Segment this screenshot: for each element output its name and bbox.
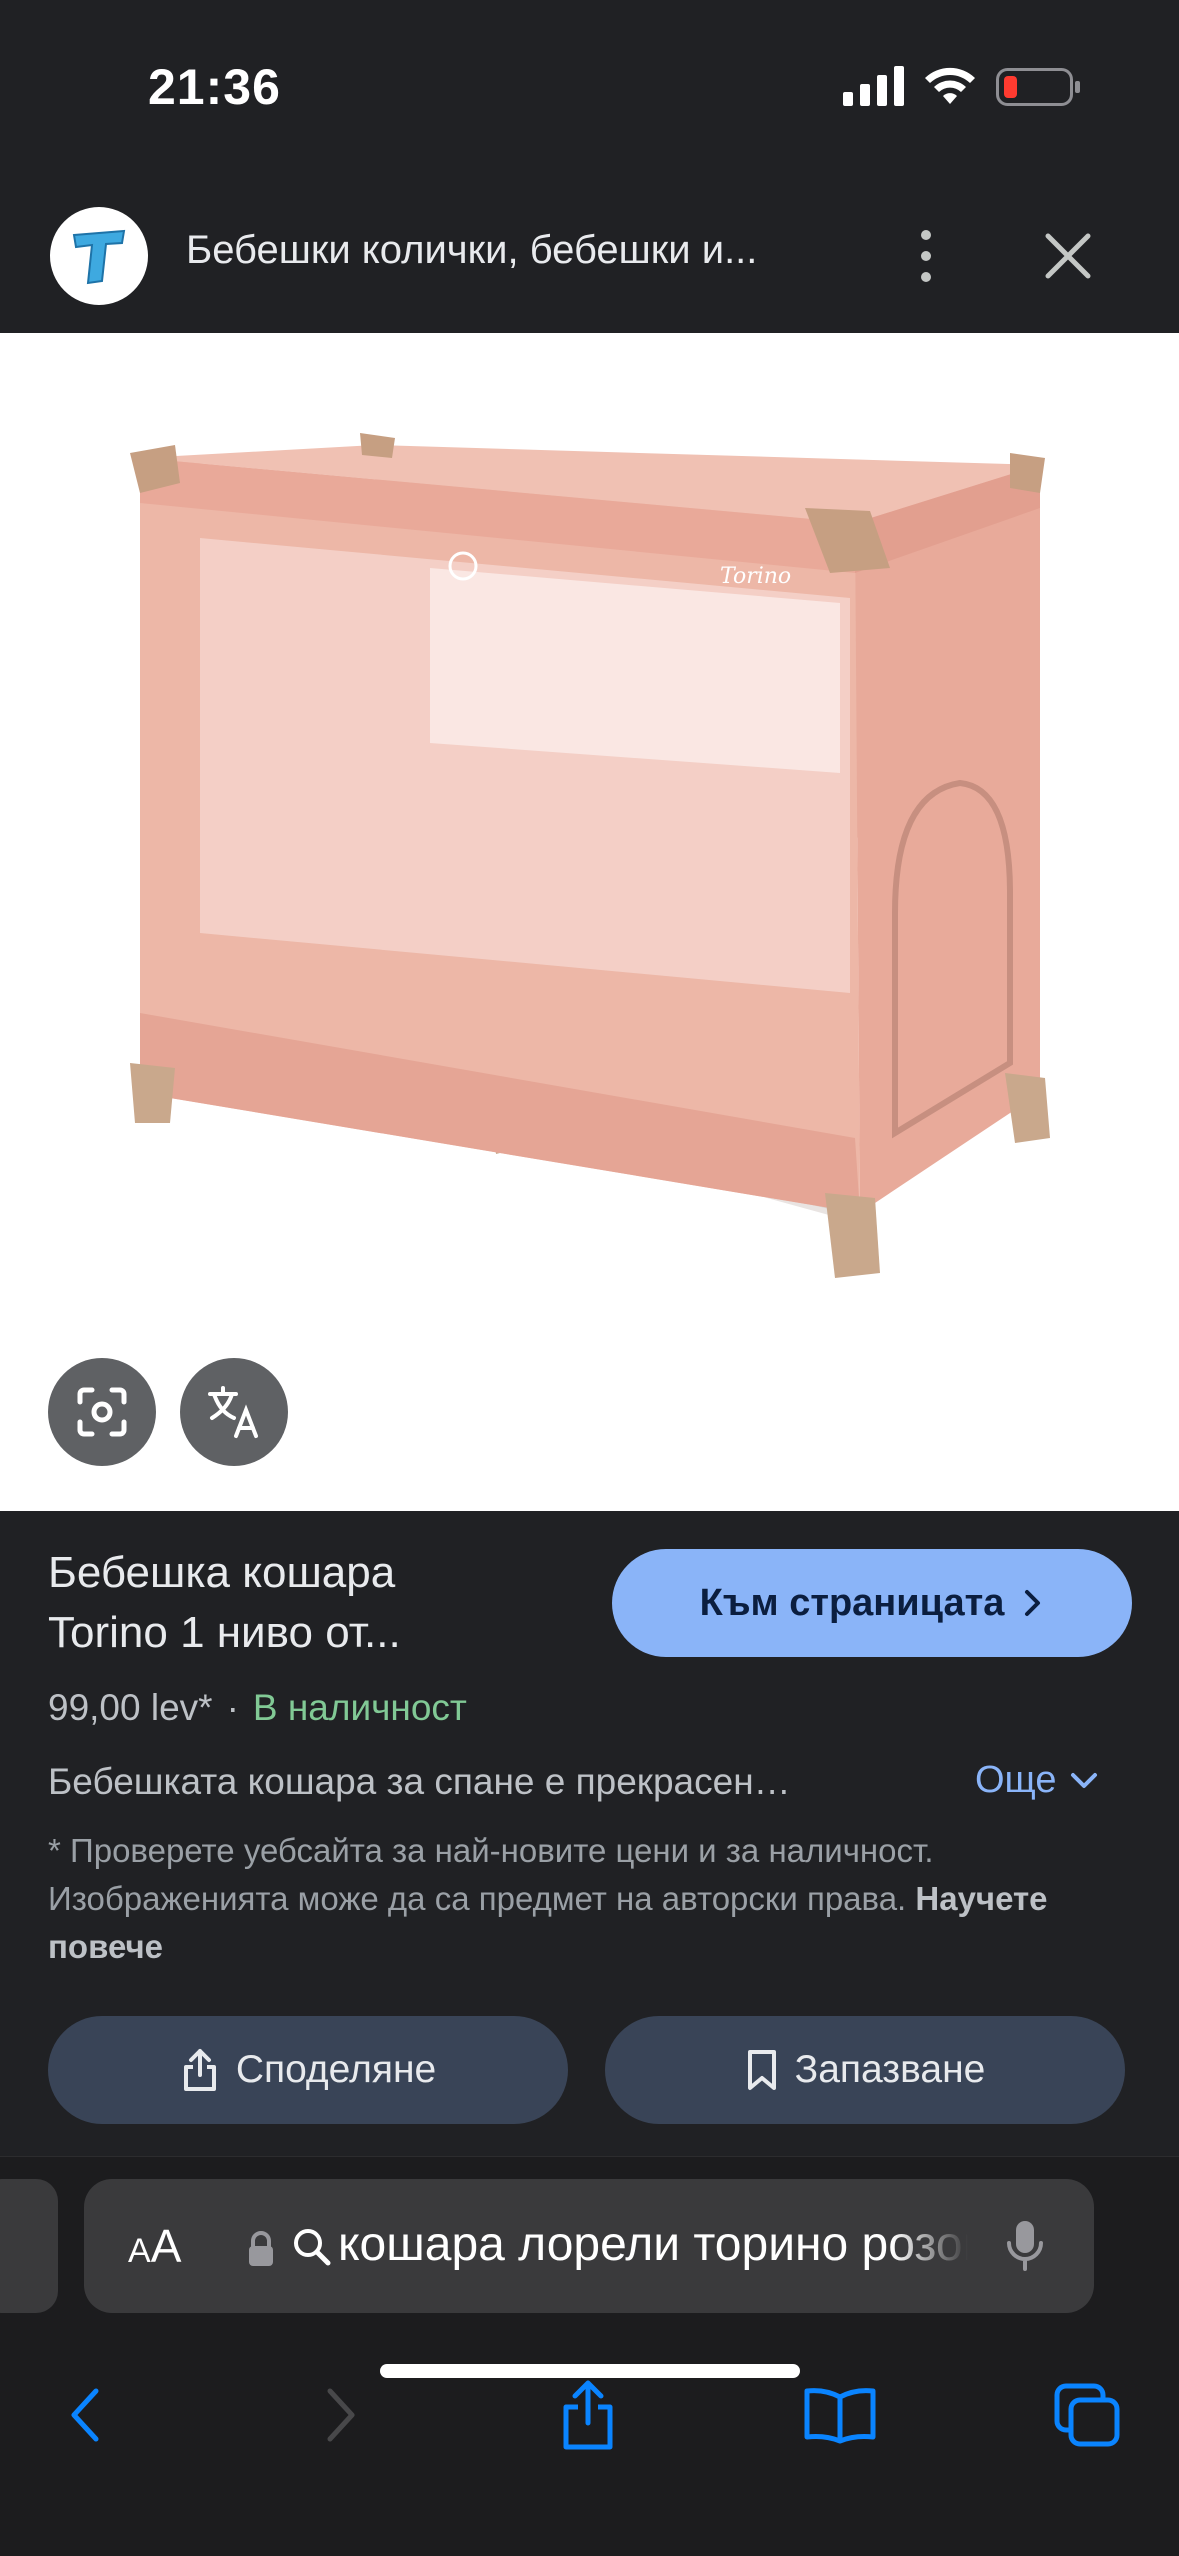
share-icon: [563, 2380, 613, 2450]
bookmark-icon: [747, 2050, 776, 2090]
translate-icon: [208, 1386, 258, 1438]
forward-button[interactable]: [300, 2375, 380, 2455]
product-title-line2: Torino 1 ниво от...: [48, 1608, 401, 1657]
brand-text: Torino: [720, 564, 791, 589]
visit-page-button[interactable]: Към страницата: [612, 1549, 1132, 1657]
product-image-area[interactable]: Torino: [0, 333, 1179, 1511]
product-info-panel: Бебешка кошара Torino 1 ниво от... Към с…: [0, 1511, 1179, 2156]
share-icon: [183, 2049, 216, 2091]
site-logo[interactable]: [50, 207, 148, 305]
bookmarks-icon: [804, 2388, 876, 2444]
tabs-button[interactable]: [1048, 2375, 1128, 2455]
result-header: Бебешки колички, бебешки и...: [0, 170, 1179, 333]
chevron-right-icon: [1025, 1590, 1041, 1616]
lens-button[interactable]: [48, 1358, 156, 1466]
browser-bottom-bar: AA кошара лорели торино розова: [0, 2156, 1179, 2556]
visit-page-label: Към страницата: [699, 1581, 1005, 1624]
product-description: Бебешката кошара за спане е прекрасен…: [48, 1761, 791, 1802]
share-label: Споделяне: [235, 2048, 437, 2091]
status-bar: 21:36: [0, 0, 1179, 170]
header-title[interactable]: Бебешки колички, бебешки и...: [186, 228, 836, 273]
more-label: Още: [975, 1759, 1057, 1801]
lens-icon: [77, 1387, 127, 1437]
forward-icon: [327, 2388, 355, 2442]
translate-button[interactable]: [180, 1358, 288, 1466]
lock-icon: [249, 2231, 273, 2266]
chevron-down-icon: [1070, 1772, 1097, 1788]
close-icon[interactable]: [1040, 228, 1096, 284]
back-button[interactable]: [46, 2375, 126, 2455]
battery-icon: [996, 68, 1080, 106]
share-sheet-button[interactable]: [548, 2375, 628, 2455]
search-icon: [294, 2229, 331, 2266]
back-icon: [71, 2388, 99, 2442]
address-text[interactable]: кошара лорели торино розова: [338, 2217, 968, 2272]
price-row: 99,00 lev* · В наличност: [48, 1687, 467, 1729]
bookmarks-button[interactable]: [800, 2375, 880, 2455]
tabs-icon: [1054, 2383, 1120, 2447]
more-vert-icon[interactable]: [902, 224, 950, 288]
product-image: Torino: [130, 433, 1050, 1278]
home-indicator: [380, 2364, 800, 2378]
share-button[interactable]: Споделяне: [48, 2016, 568, 2124]
disclaimer: * Проверете уебсайта за най-новите цени …: [48, 1827, 1138, 1971]
address-bar[interactable]: AA кошара лорели торино розова: [84, 2179, 1094, 2313]
price: 99,00 lev*: [48, 1687, 213, 1728]
product-title-line1: Бебешка кошара: [48, 1548, 396, 1597]
save-label: Запазване: [794, 2048, 986, 2091]
site-logo-icon: [72, 229, 126, 285]
wifi-icon: [925, 67, 975, 104]
product-title[interactable]: Бебешка кошара Torino 1 ниво от...: [48, 1543, 568, 1663]
separator: ·: [226, 1687, 239, 1728]
disclaimer-text: * Проверете уебсайта за най-новите цени …: [48, 1832, 934, 1917]
signal-icon: [843, 66, 904, 106]
availability: В наличност: [252, 1687, 467, 1728]
more-button[interactable]: Още: [975, 1759, 1099, 1802]
mic-icon[interactable]: [1004, 2217, 1046, 2275]
reader-options-button[interactable]: AA: [128, 2219, 181, 2273]
save-button[interactable]: Запазване: [605, 2016, 1125, 2124]
previous-tab-preview[interactable]: [0, 2179, 58, 2313]
status-time: 21:36: [148, 59, 281, 115]
